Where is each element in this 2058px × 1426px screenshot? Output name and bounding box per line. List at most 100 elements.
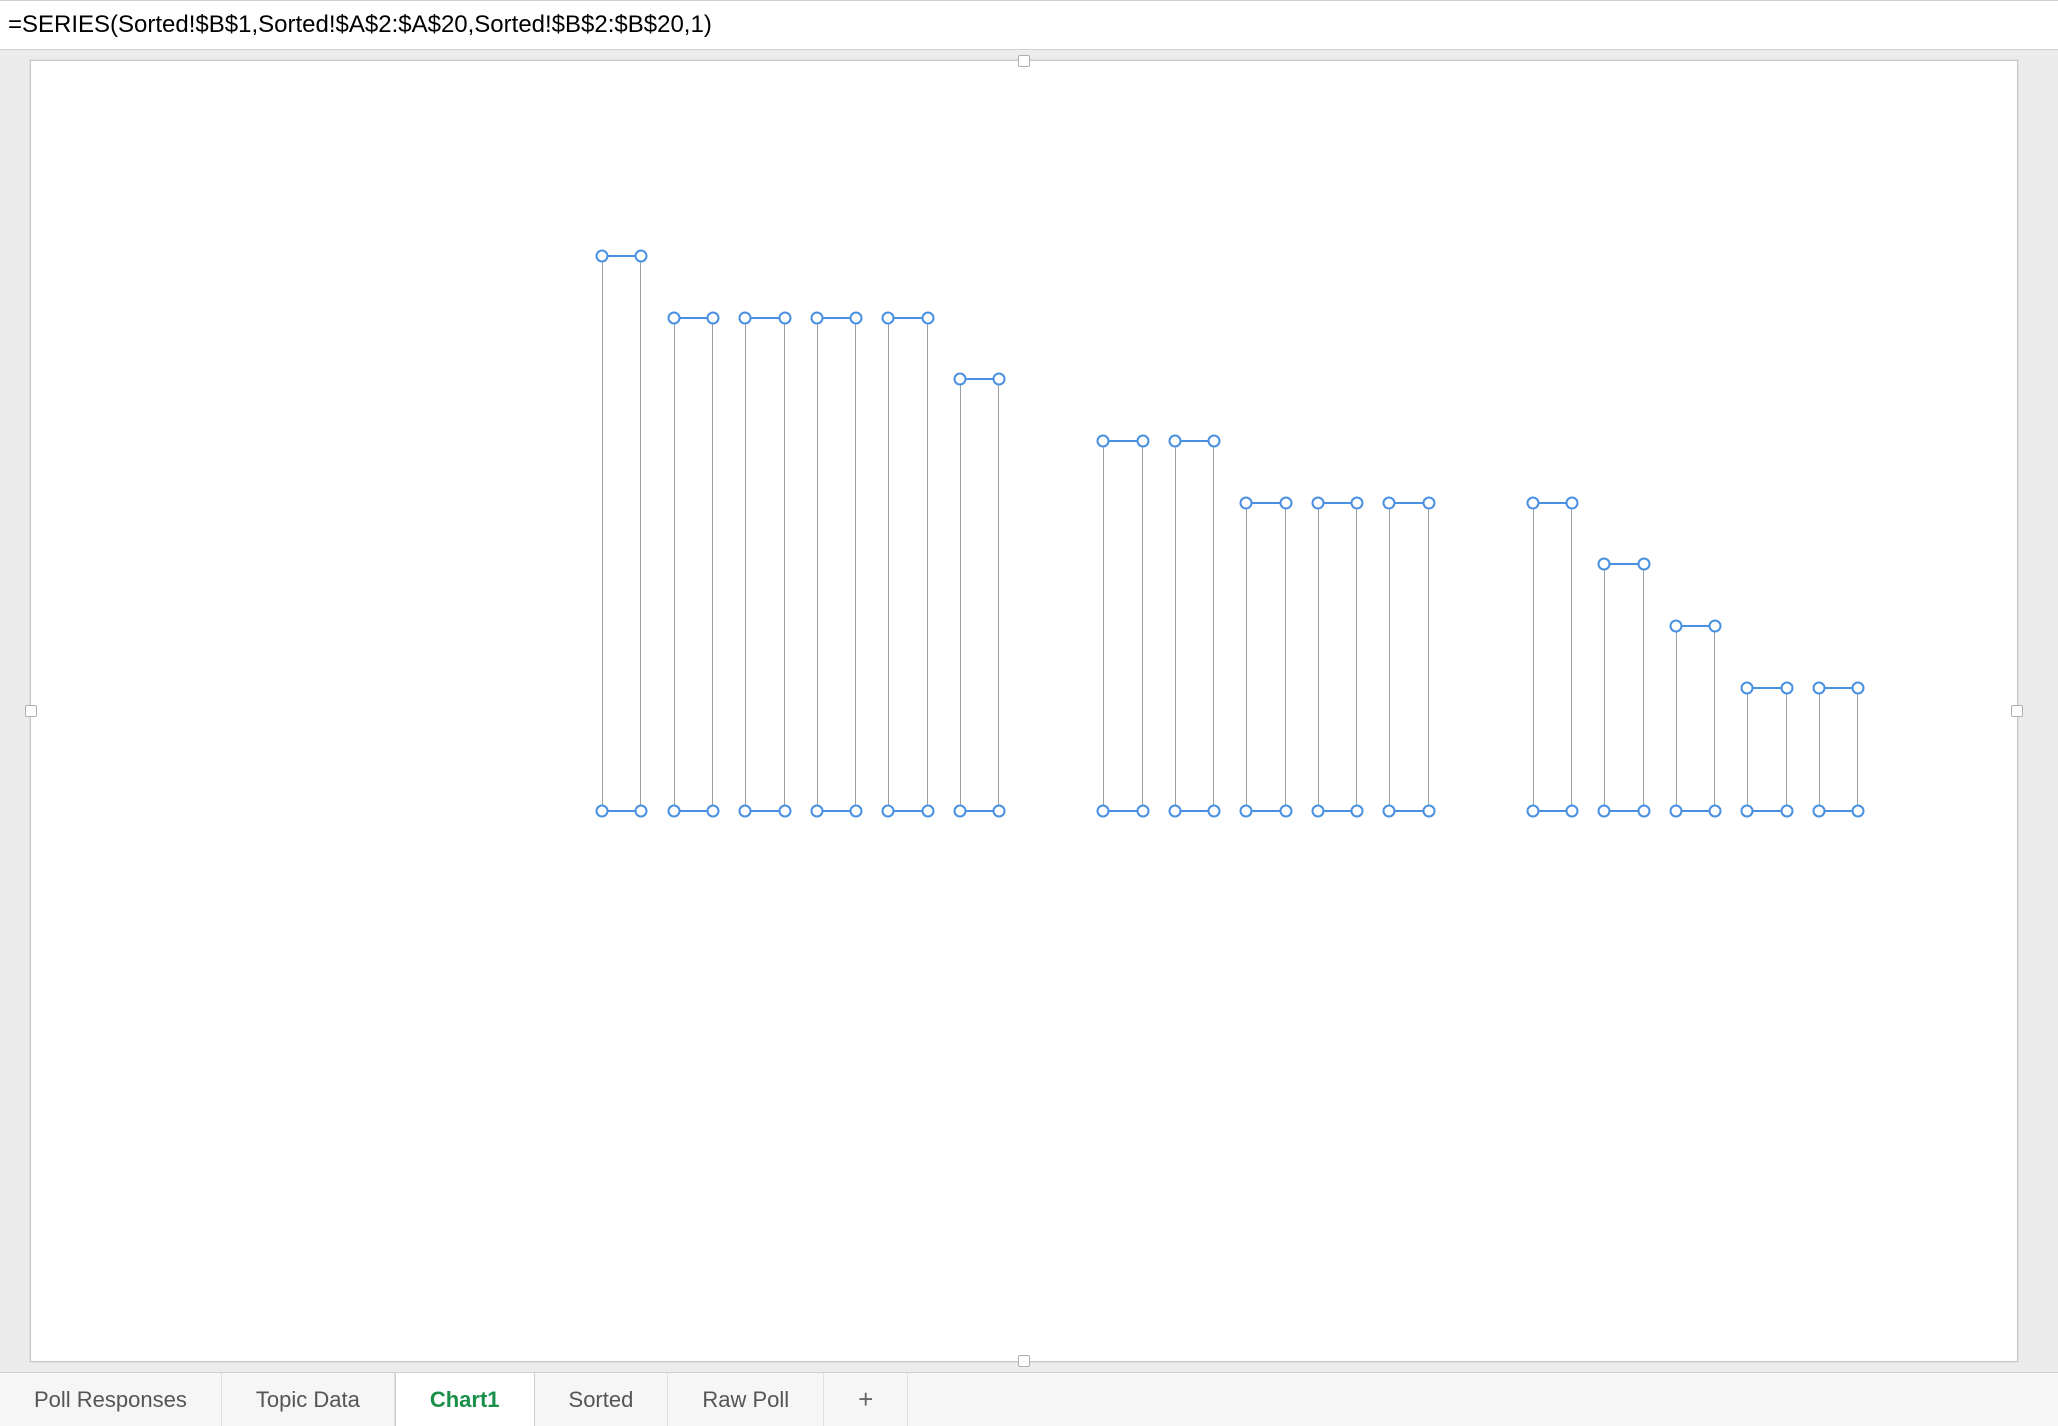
series-selection-marker[interactable]	[1852, 805, 1865, 818]
series-selection-marker[interactable]	[1168, 435, 1181, 448]
series-selection-marker[interactable]	[1741, 805, 1754, 818]
bar[interactable]	[1318, 503, 1357, 811]
series-selection-marker[interactable]	[739, 805, 752, 818]
series-selection-marker[interactable]	[1637, 558, 1650, 571]
sheet-tab-label: Raw Poll	[702, 1387, 789, 1413]
series-selection-marker[interactable]	[1240, 496, 1253, 509]
series-selection-marker[interactable]	[1097, 435, 1110, 448]
series-selection-marker[interactable]	[596, 250, 609, 263]
sheet-tab-sorted[interactable]: Sorted	[535, 1373, 669, 1426]
series-selection-marker[interactable]	[1351, 496, 1364, 509]
bar[interactable]	[1604, 564, 1643, 811]
series-selection-marker[interactable]	[1566, 496, 1579, 509]
series-selection-marker[interactable]	[810, 805, 823, 818]
series-selection-marker[interactable]	[1240, 805, 1253, 818]
series-selection-marker[interactable]	[1279, 496, 1292, 509]
bar[interactable]	[1533, 503, 1572, 811]
series-selection-marker[interactable]	[1780, 805, 1793, 818]
series-selection-marker[interactable]	[850, 805, 863, 818]
bar[interactable]	[674, 318, 713, 811]
series-selection-marker[interactable]	[850, 311, 863, 324]
sheet-tab-poll-responses[interactable]: Poll Responses	[0, 1373, 222, 1426]
sheet-tab-chart1[interactable]: Chart1	[395, 1372, 535, 1426]
series-selection-marker[interactable]	[778, 805, 791, 818]
series-selection-marker[interactable]	[1136, 805, 1149, 818]
series-selection-marker[interactable]	[739, 311, 752, 324]
series-selection-marker[interactable]	[1422, 805, 1435, 818]
sheet-tab-label: Topic Data	[256, 1387, 360, 1413]
resize-handle-left[interactable]	[25, 705, 37, 717]
series-selection-marker[interactable]	[1097, 805, 1110, 818]
series-selection-marker[interactable]	[1383, 805, 1396, 818]
series-selection-marker[interactable]	[1311, 805, 1324, 818]
series-selection-marker[interactable]	[667, 311, 680, 324]
series-selection-marker[interactable]	[667, 805, 680, 818]
bar[interactable]	[1819, 688, 1858, 811]
series-selection-marker[interactable]	[1566, 805, 1579, 818]
series-selection-marker[interactable]	[635, 805, 648, 818]
series-selection-marker[interactable]	[1208, 805, 1221, 818]
resize-handle-bottom[interactable]	[1018, 1355, 1030, 1367]
series-selection-marker[interactable]	[1526, 496, 1539, 509]
bar[interactable]	[888, 318, 927, 811]
series-selection-marker[interactable]	[1311, 496, 1324, 509]
formula-bar[interactable]: =SERIES(Sorted!$B$1,Sorted!$A$2:$A$20,So…	[0, 0, 2058, 50]
series-selection-marker[interactable]	[1208, 435, 1221, 448]
series-selection-marker[interactable]	[882, 311, 895, 324]
series-selection-marker[interactable]	[1279, 805, 1292, 818]
bar[interactable]	[745, 318, 784, 811]
bar[interactable]	[602, 256, 641, 811]
series-selection-marker[interactable]	[921, 805, 934, 818]
series-selection-marker[interactable]	[1383, 496, 1396, 509]
series-selection-marker[interactable]	[1526, 805, 1539, 818]
series-selection-marker[interactable]	[596, 805, 609, 818]
series-selection-marker[interactable]	[707, 805, 720, 818]
series-selection-marker[interactable]	[707, 311, 720, 324]
bar[interactable]	[1747, 688, 1786, 811]
series-selection-marker[interactable]	[1168, 805, 1181, 818]
bar[interactable]	[1246, 503, 1285, 811]
series-selection-marker[interactable]	[921, 311, 934, 324]
series-selection-marker[interactable]	[1598, 805, 1611, 818]
series-selection-marker[interactable]	[882, 805, 895, 818]
series-selection-marker[interactable]	[954, 373, 967, 386]
chart-object[interactable]	[30, 60, 2018, 1362]
resize-handle-top[interactable]	[1018, 55, 1030, 67]
bar[interactable]	[1389, 503, 1428, 811]
series-selection-marker[interactable]	[635, 250, 648, 263]
bar[interactable]	[1175, 441, 1214, 811]
series-selection-marker[interactable]	[1709, 805, 1722, 818]
series-selection-marker[interactable]	[1812, 805, 1825, 818]
series-selection-marker[interactable]	[1637, 805, 1650, 818]
plot-area[interactable]	[586, 256, 1946, 811]
sheet-tab-raw-poll[interactable]: Raw Poll	[668, 1373, 824, 1426]
series-selection-marker[interactable]	[993, 805, 1006, 818]
bar[interactable]	[817, 318, 856, 811]
sheet-tab-label: Poll Responses	[34, 1387, 187, 1413]
sheet-tab-bar: Poll Responses Topic Data Chart1 Sorted Raw …	[0, 1372, 2058, 1426]
series-selection-marker[interactable]	[1669, 805, 1682, 818]
series-selection-marker[interactable]	[1709, 620, 1722, 633]
series-selection-marker[interactable]	[1136, 435, 1149, 448]
series-selection-marker[interactable]	[1422, 496, 1435, 509]
bar[interactable]	[1103, 441, 1142, 811]
add-sheet-button[interactable]: +	[824, 1373, 908, 1426]
formula-text: =SERIES(Sorted!$B$1,Sorted!$A$2:$A$20,So…	[8, 11, 712, 39]
series-selection-marker[interactable]	[1812, 681, 1825, 694]
sheet-tab-topic-data[interactable]: Topic Data	[222, 1373, 395, 1426]
series-selection-marker[interactable]	[1741, 681, 1754, 694]
series-selection-marker[interactable]	[1598, 558, 1611, 571]
series-selection-marker[interactable]	[1852, 681, 1865, 694]
resize-handle-right[interactable]	[2011, 705, 2023, 717]
bar[interactable]	[960, 379, 999, 811]
chart-workspace	[0, 50, 2058, 1372]
series-selection-marker[interactable]	[1669, 620, 1682, 633]
bar[interactable]	[1676, 626, 1715, 811]
sheet-tab-label: Sorted	[569, 1387, 634, 1413]
series-selection-marker[interactable]	[778, 311, 791, 324]
series-selection-marker[interactable]	[1351, 805, 1364, 818]
series-selection-marker[interactable]	[810, 311, 823, 324]
series-selection-marker[interactable]	[993, 373, 1006, 386]
series-selection-marker[interactable]	[954, 805, 967, 818]
series-selection-marker[interactable]	[1780, 681, 1793, 694]
